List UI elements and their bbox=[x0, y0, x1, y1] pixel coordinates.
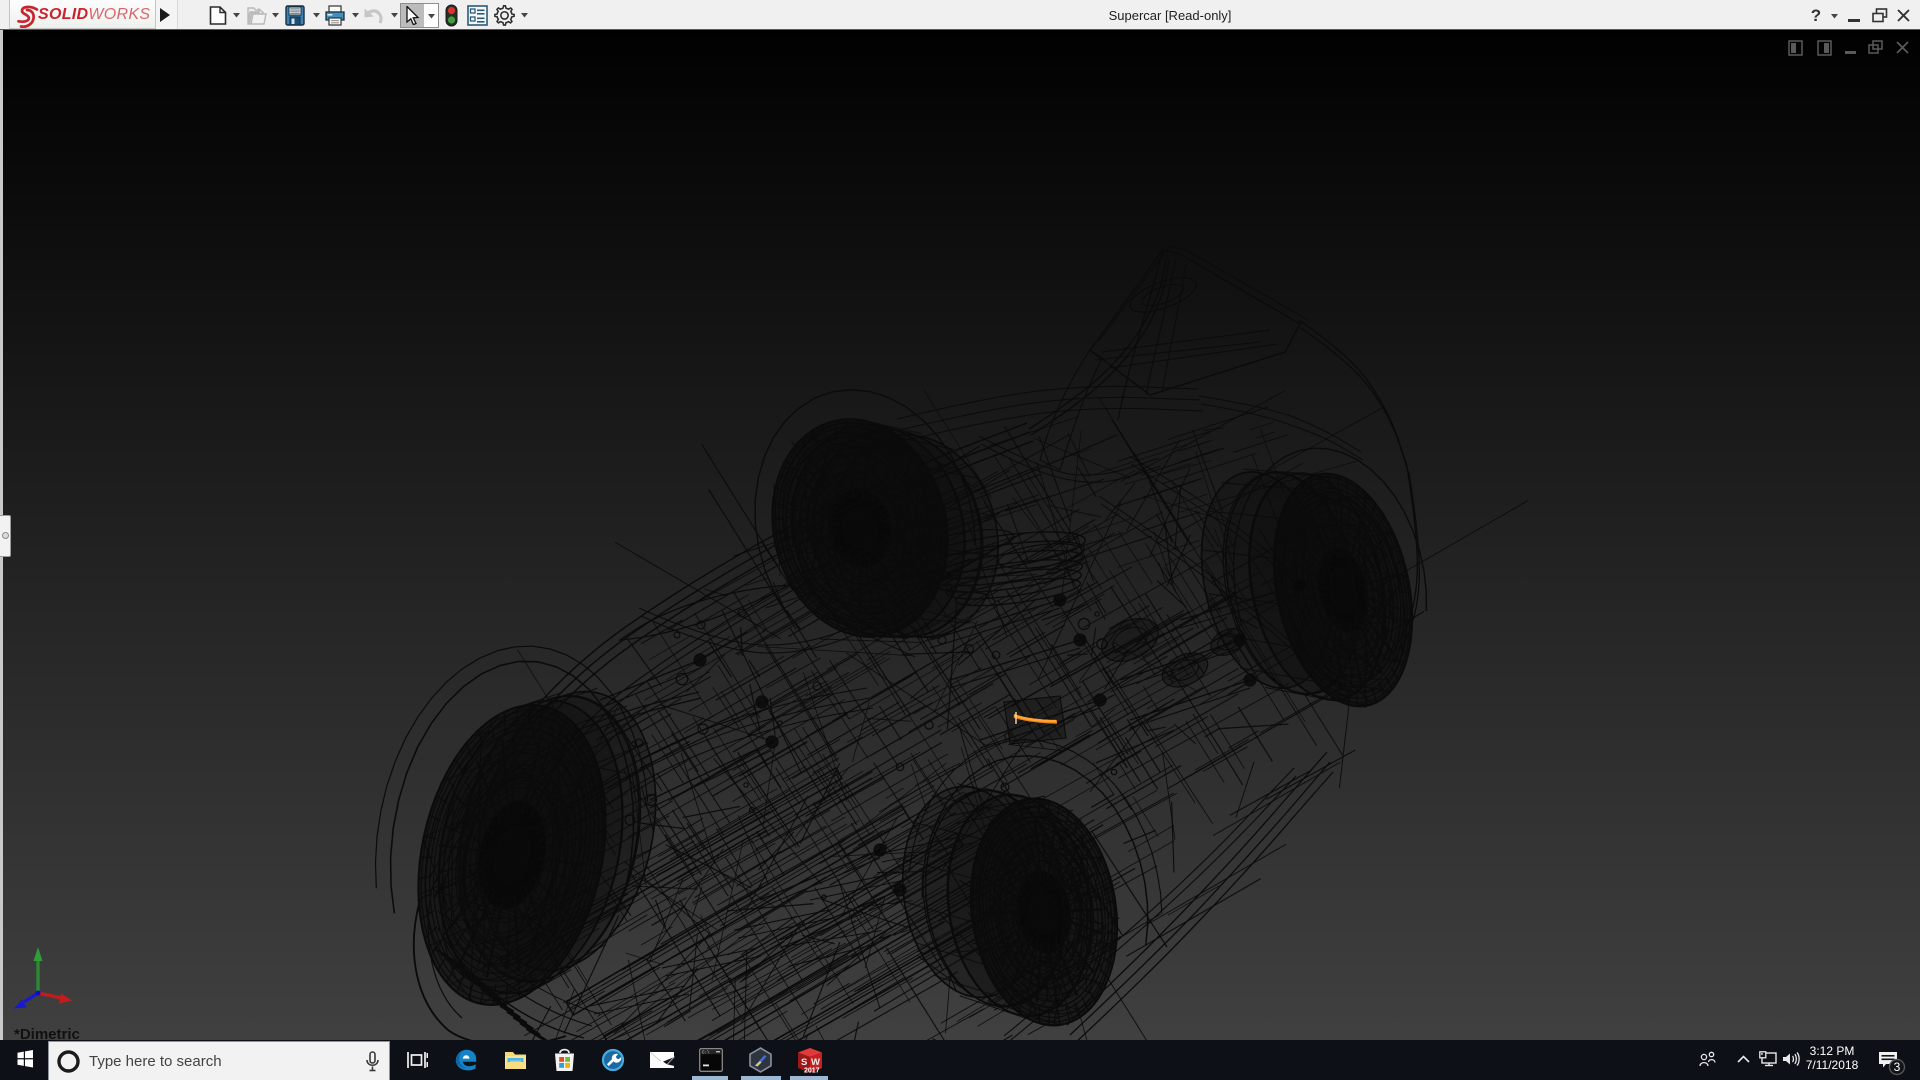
svg-text:2017: 2017 bbox=[804, 1068, 820, 1075]
svg-text:W: W bbox=[811, 1057, 820, 1068]
svg-text:3: 3 bbox=[1894, 1060, 1901, 1074]
svg-text:?: ? bbox=[1811, 7, 1821, 25]
svg-text:S: S bbox=[801, 1057, 807, 1068]
svg-text:C:\: C:\ bbox=[702, 1051, 710, 1056]
